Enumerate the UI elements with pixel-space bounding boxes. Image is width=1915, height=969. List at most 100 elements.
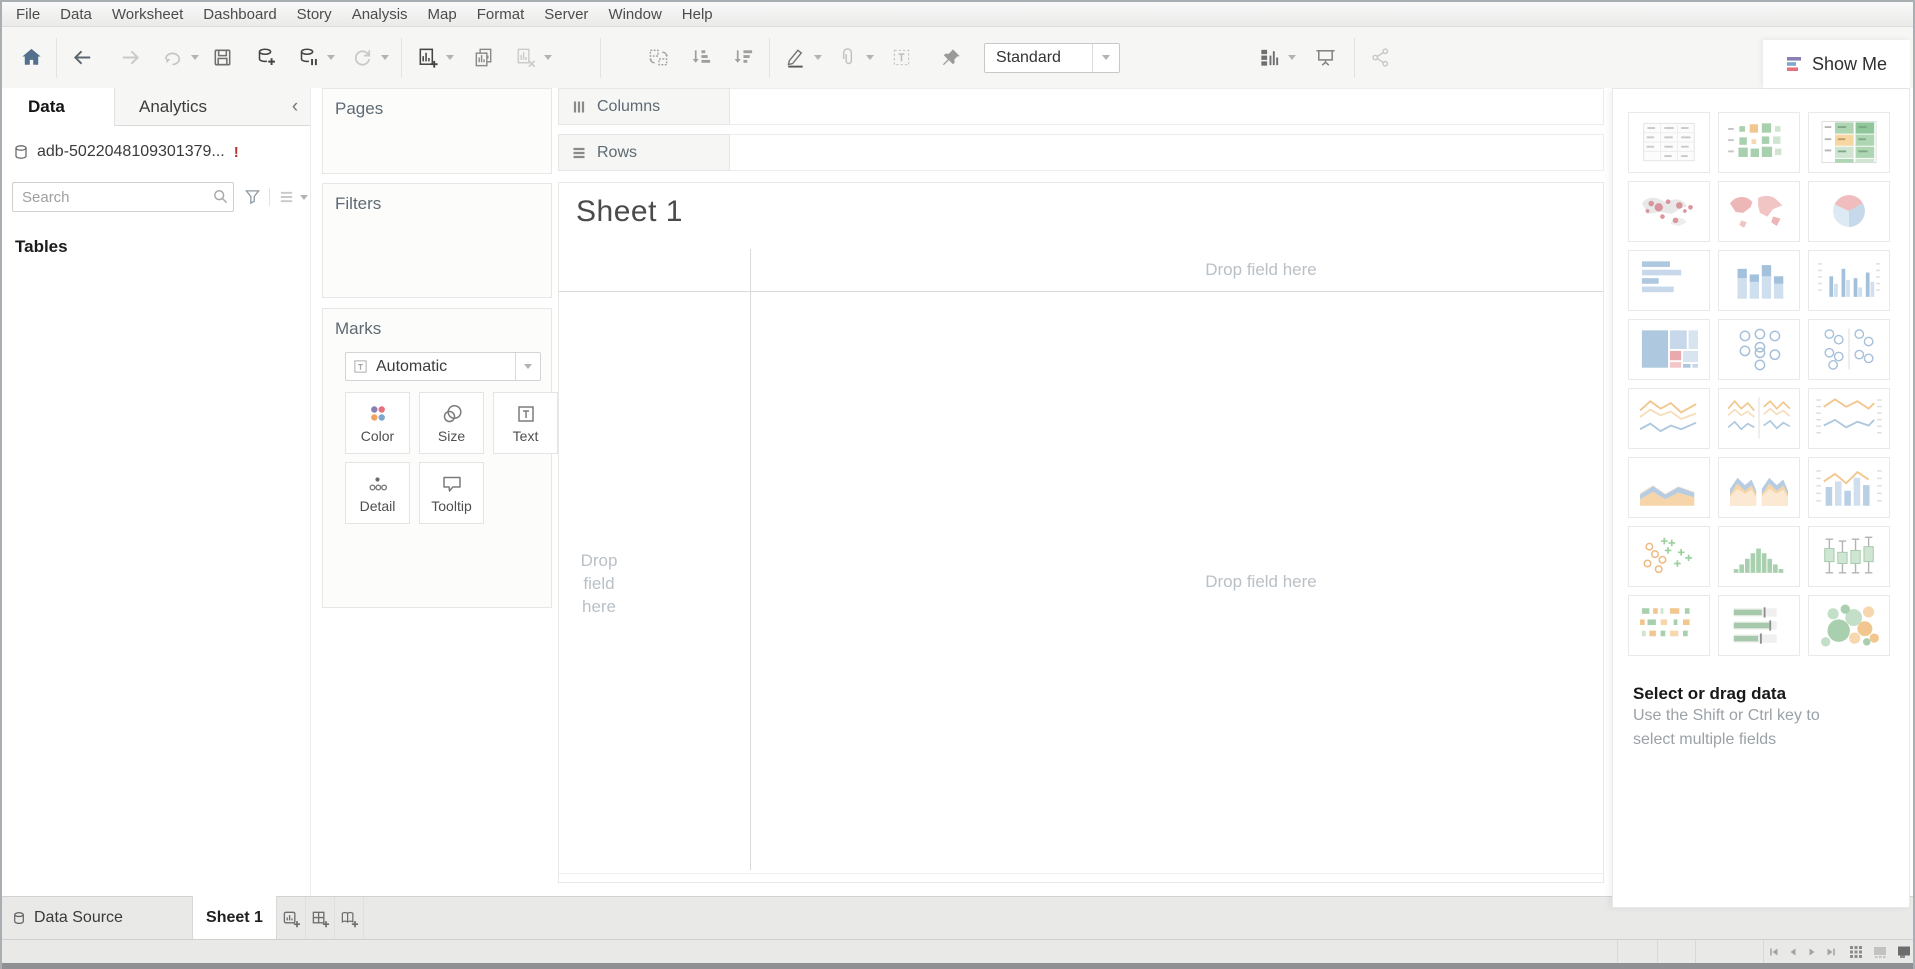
drop-zone-top[interactable]: Drop field here	[1205, 260, 1317, 280]
showme-horizontal-bars[interactable]	[1628, 250, 1710, 311]
menu-help[interactable]: Help	[672, 2, 723, 27]
first-sheet-icon[interactable]	[1769, 947, 1779, 957]
detail-button[interactable]: Detail	[345, 462, 410, 524]
showme-scatter-plot[interactable]	[1628, 526, 1710, 587]
menu-file[interactable]: File	[6, 2, 50, 27]
show-mark-labels-button[interactable]	[884, 38, 918, 78]
home-button[interactable]	[14, 38, 48, 78]
sheet-sorter-view-icon[interactable]	[1849, 945, 1863, 959]
menu-map[interactable]: Map	[418, 2, 467, 27]
new-dashboard-button[interactable]	[306, 897, 335, 939]
showme-symbol-map[interactable]	[1628, 181, 1710, 242]
tab-data[interactable]: Data	[2, 88, 115, 126]
showme-lines-discrete[interactable]	[1718, 388, 1800, 449]
tab-analytics[interactable]: Analytics	[115, 88, 280, 126]
menu-window[interactable]: Window	[598, 2, 671, 27]
collapse-pane-button[interactable]: ‹	[280, 88, 310, 126]
mark-type-dropdown[interactable]: Automatic	[345, 352, 541, 381]
show-me-button[interactable]: Show Me	[1763, 40, 1910, 88]
showme-dual-combination[interactable]	[1808, 457, 1890, 518]
menu-server[interactable]: Server	[534, 2, 598, 27]
showme-lines-continuous[interactable]	[1628, 388, 1710, 449]
clear-sheet-button[interactable]	[508, 38, 542, 78]
filmstrip-view-icon[interactable]	[1873, 945, 1887, 959]
fix-axes-button[interactable]	[934, 38, 968, 78]
color-button[interactable]: Color	[345, 392, 410, 454]
showme-packed-bubbles[interactable]	[1808, 595, 1890, 656]
presentation-mode-button[interactable]	[1308, 38, 1342, 78]
size-button[interactable]: Size	[419, 392, 484, 454]
showme-area-discrete[interactable]	[1718, 457, 1800, 518]
showme-heat-map[interactable]	[1718, 112, 1800, 173]
previous-sheet-icon[interactable]	[1788, 947, 1798, 957]
pages-shelf[interactable]: Pages	[322, 88, 552, 174]
view-options-caret[interactable]	[300, 195, 308, 200]
replay-caret[interactable]	[191, 55, 199, 60]
highlight-caret[interactable]	[814, 55, 822, 60]
data-source-item[interactable]: adb-5022048109301379... !	[2, 137, 310, 167]
showme-area-continuous[interactable]	[1628, 457, 1710, 518]
rows-shelf-drop-area[interactable]	[730, 134, 1604, 171]
share-button[interactable]	[1363, 38, 1397, 78]
drop-zone-left[interactable]: Drop field here	[559, 549, 639, 618]
showme-bullet-graph[interactable]	[1718, 595, 1800, 656]
search-input[interactable]	[12, 182, 234, 212]
group-members-button[interactable]	[830, 38, 864, 78]
showme-gantt[interactable]	[1628, 595, 1710, 656]
menu-story[interactable]: Story	[287, 2, 342, 27]
showme-pie-chart[interactable]	[1808, 181, 1890, 242]
menu-format[interactable]: Format	[467, 2, 535, 27]
sheet-tab-sheet1[interactable]: Sheet 1	[192, 896, 277, 939]
filters-shelf[interactable]: Filters	[322, 183, 552, 298]
run-auto-updates-button[interactable]	[345, 38, 379, 78]
clear-sheet-caret[interactable]	[544, 55, 552, 60]
menu-dashboard[interactable]: Dashboard	[193, 2, 286, 27]
showme-side-by-side-bars[interactable]	[1808, 250, 1890, 311]
pause-auto-updates-button[interactable]	[291, 38, 325, 78]
show-hide-cards-caret[interactable]	[1288, 55, 1296, 60]
undo-button[interactable]	[65, 38, 99, 78]
tooltip-button[interactable]: Tooltip	[419, 462, 484, 524]
new-worksheet-button[interactable]	[410, 38, 444, 78]
menu-analysis[interactable]: Analysis	[342, 2, 418, 27]
mark-type-caret[interactable]	[516, 364, 540, 369]
filter-funnel-icon[interactable]	[245, 189, 260, 205]
duplicate-button[interactable]	[466, 38, 500, 78]
showme-histogram[interactable]	[1718, 526, 1800, 587]
showme-stacked-bars[interactable]	[1718, 250, 1800, 311]
fit-selector-caret[interactable]	[1093, 55, 1119, 60]
showme-circle-views[interactable]	[1718, 319, 1800, 380]
run-auto-updates-caret[interactable]	[381, 55, 389, 60]
menu-worksheet[interactable]: Worksheet	[102, 2, 193, 27]
sort-ascending-button[interactable]	[683, 38, 717, 78]
show-hide-cards-button[interactable]	[1252, 38, 1286, 78]
showme-highlight-table[interactable]	[1808, 112, 1890, 173]
new-story-button[interactable]	[335, 897, 364, 939]
showme-text-table[interactable]	[1628, 112, 1710, 173]
menu-data[interactable]: Data	[50, 2, 102, 27]
highlight-button[interactable]	[778, 38, 812, 78]
tabs-view-icon[interactable]	[1897, 945, 1911, 959]
swap-rows-columns-button[interactable]	[641, 38, 675, 78]
new-worksheet-tab-button[interactable]	[277, 897, 306, 939]
text-button[interactable]: Text	[493, 392, 558, 454]
last-sheet-icon[interactable]	[1826, 947, 1836, 957]
view-options-icon[interactable]	[279, 189, 294, 205]
group-members-caret[interactable]	[866, 55, 874, 60]
showme-filled-map[interactable]	[1718, 181, 1800, 242]
showme-box-and-whisker[interactable]	[1808, 526, 1890, 587]
drop-zone-center[interactable]: Drop field here	[1205, 572, 1317, 592]
replay-button[interactable]	[155, 38, 189, 78]
next-sheet-icon[interactable]	[1807, 947, 1817, 957]
new-worksheet-caret[interactable]	[446, 55, 454, 60]
redo-button[interactable]	[113, 38, 147, 78]
showme-side-by-side-circles[interactable]	[1808, 319, 1890, 380]
sort-descending-button[interactable]	[725, 38, 759, 78]
new-data-source-button[interactable]	[249, 38, 283, 78]
data-source-tab[interactable]: Data Source	[2, 897, 192, 939]
columns-shelf-drop-area[interactable]	[730, 88, 1604, 125]
showme-dual-lines[interactable]	[1808, 388, 1890, 449]
pause-auto-updates-caret[interactable]	[327, 55, 335, 60]
showme-treemap[interactable]	[1628, 319, 1710, 380]
fit-selector[interactable]: Standard	[984, 43, 1120, 73]
